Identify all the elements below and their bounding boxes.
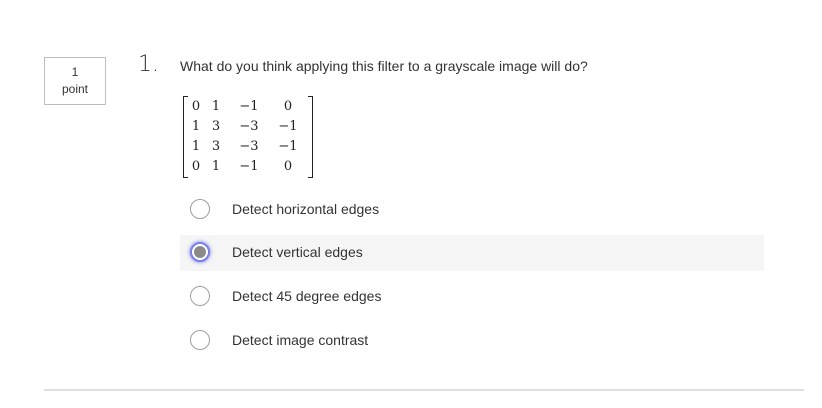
matrix-right-bracket (308, 96, 313, 178)
matrix-cell: 0 (191, 99, 201, 114)
matrix-cell: 1 (191, 119, 201, 134)
matrix-cell: 0 (283, 159, 293, 174)
matrix-cell: −3 (239, 139, 259, 154)
option-45-degree-edges[interactable]: Detect 45 degree edges (180, 279, 764, 315)
matrix-left-bracket (183, 96, 188, 178)
option-label[interactable]: Detect horizontal edges (232, 201, 379, 217)
matrix-cell: 1 (211, 159, 221, 174)
radio-button[interactable] (190, 199, 210, 219)
points-value: 1 (71, 65, 79, 79)
matrix-cell: 0 (191, 159, 201, 174)
radio-button[interactable] (190, 286, 210, 306)
matrix-cell: 3 (211, 119, 221, 134)
matrix-row: 0 1 −1 0 (189, 157, 307, 177)
matrix-row: 1 3 −3 −1 (189, 137, 307, 157)
matrix-cell: −1 (278, 139, 298, 154)
matrix-cell: 0 (283, 99, 293, 114)
matrix-cell: −1 (278, 119, 298, 134)
option-label[interactable]: Detect vertical edges (232, 244, 363, 260)
matrix-row: 0 1 −1 0 (189, 97, 307, 117)
matrix-cell: −3 (239, 119, 259, 134)
section-divider (44, 389, 804, 391)
matrix-cell: 1 (191, 139, 201, 154)
question-number: 1. (138, 52, 159, 77)
matrix-table: 0 1 −1 0 1 3 −3 −1 1 3 −3 −1 0 1 −1 0 (189, 97, 307, 177)
matrix-row: 1 3 −3 −1 (189, 117, 307, 137)
filter-matrix: 0 1 −1 0 1 3 −3 −1 1 3 −3 −1 0 1 −1 0 (183, 96, 313, 178)
quiz-page: 1 point 1. What do you think applying th… (0, 0, 822, 408)
radio-button[interactable] (190, 330, 210, 350)
radio-button-selected[interactable] (190, 242, 210, 262)
question-text: What do you think applying this filter t… (180, 58, 588, 74)
matrix-cell: −1 (239, 99, 259, 114)
matrix-cell: 3 (211, 139, 221, 154)
option-image-contrast[interactable]: Detect image contrast (180, 323, 764, 359)
points-unit: point (61, 82, 89, 96)
option-vertical-edges[interactable]: Detect vertical edges (180, 235, 764, 271)
points-badge: 1 point (44, 57, 106, 105)
option-label[interactable]: Detect image contrast (232, 332, 368, 348)
option-label[interactable]: Detect 45 degree edges (232, 288, 381, 304)
option-horizontal-edges[interactable]: Detect horizontal edges (180, 192, 764, 228)
matrix-cell: −1 (239, 159, 259, 174)
matrix-cell: 1 (211, 99, 221, 114)
